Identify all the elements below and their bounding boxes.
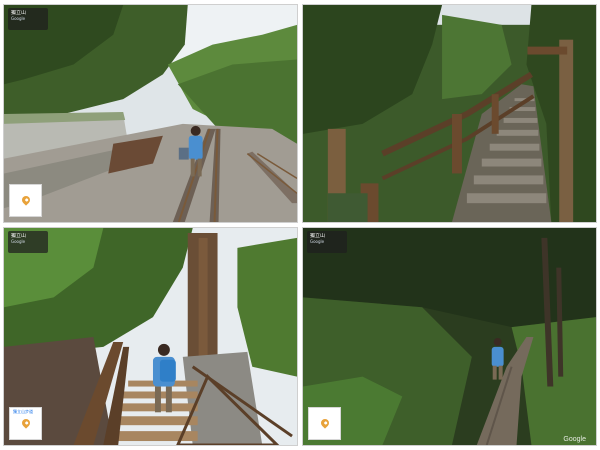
- map-thumbnail-label: 獨立山步道: [13, 409, 33, 414]
- location-info-box[interactable]: 獨立山 Google: [307, 231, 347, 253]
- google-watermark: Google: [563, 436, 586, 443]
- location-subtitle: Google: [11, 16, 26, 21]
- street-view-panel-forest-trail[interactable]: 獨立山 Google Google: [302, 227, 597, 446]
- street-view-panel-stone-stairs[interactable]: [302, 4, 597, 223]
- map-thumbnail[interactable]: [308, 407, 341, 440]
- map-thumbnail[interactable]: 獨立山步道: [9, 407, 42, 440]
- wooden-stairs-scene: [4, 228, 297, 445]
- location-info-box[interactable]: 獨立山 Google: [8, 231, 48, 253]
- location-subtitle: Google: [11, 239, 26, 244]
- photo-collage: 獨立山 Google 獨立山 Google 獨立山步道 獨立山 Google G…: [0, 0, 600, 450]
- map-pin-icon: [319, 417, 331, 429]
- map-pin-icon: [20, 417, 32, 429]
- street-view-panel-railway[interactable]: 獨立山 Google: [3, 4, 298, 223]
- forest-trail-scene: [303, 228, 596, 445]
- railway-scene: [4, 5, 297, 222]
- map-pin-icon: [20, 194, 32, 206]
- stone-stairs-scene: [303, 5, 596, 222]
- street-view-panel-wooden-stairs[interactable]: 獨立山 Google 獨立山步道: [3, 227, 298, 446]
- location-subtitle: Google: [310, 239, 325, 244]
- location-info-box[interactable]: 獨立山 Google: [8, 8, 48, 30]
- map-thumbnail[interactable]: [9, 184, 42, 217]
